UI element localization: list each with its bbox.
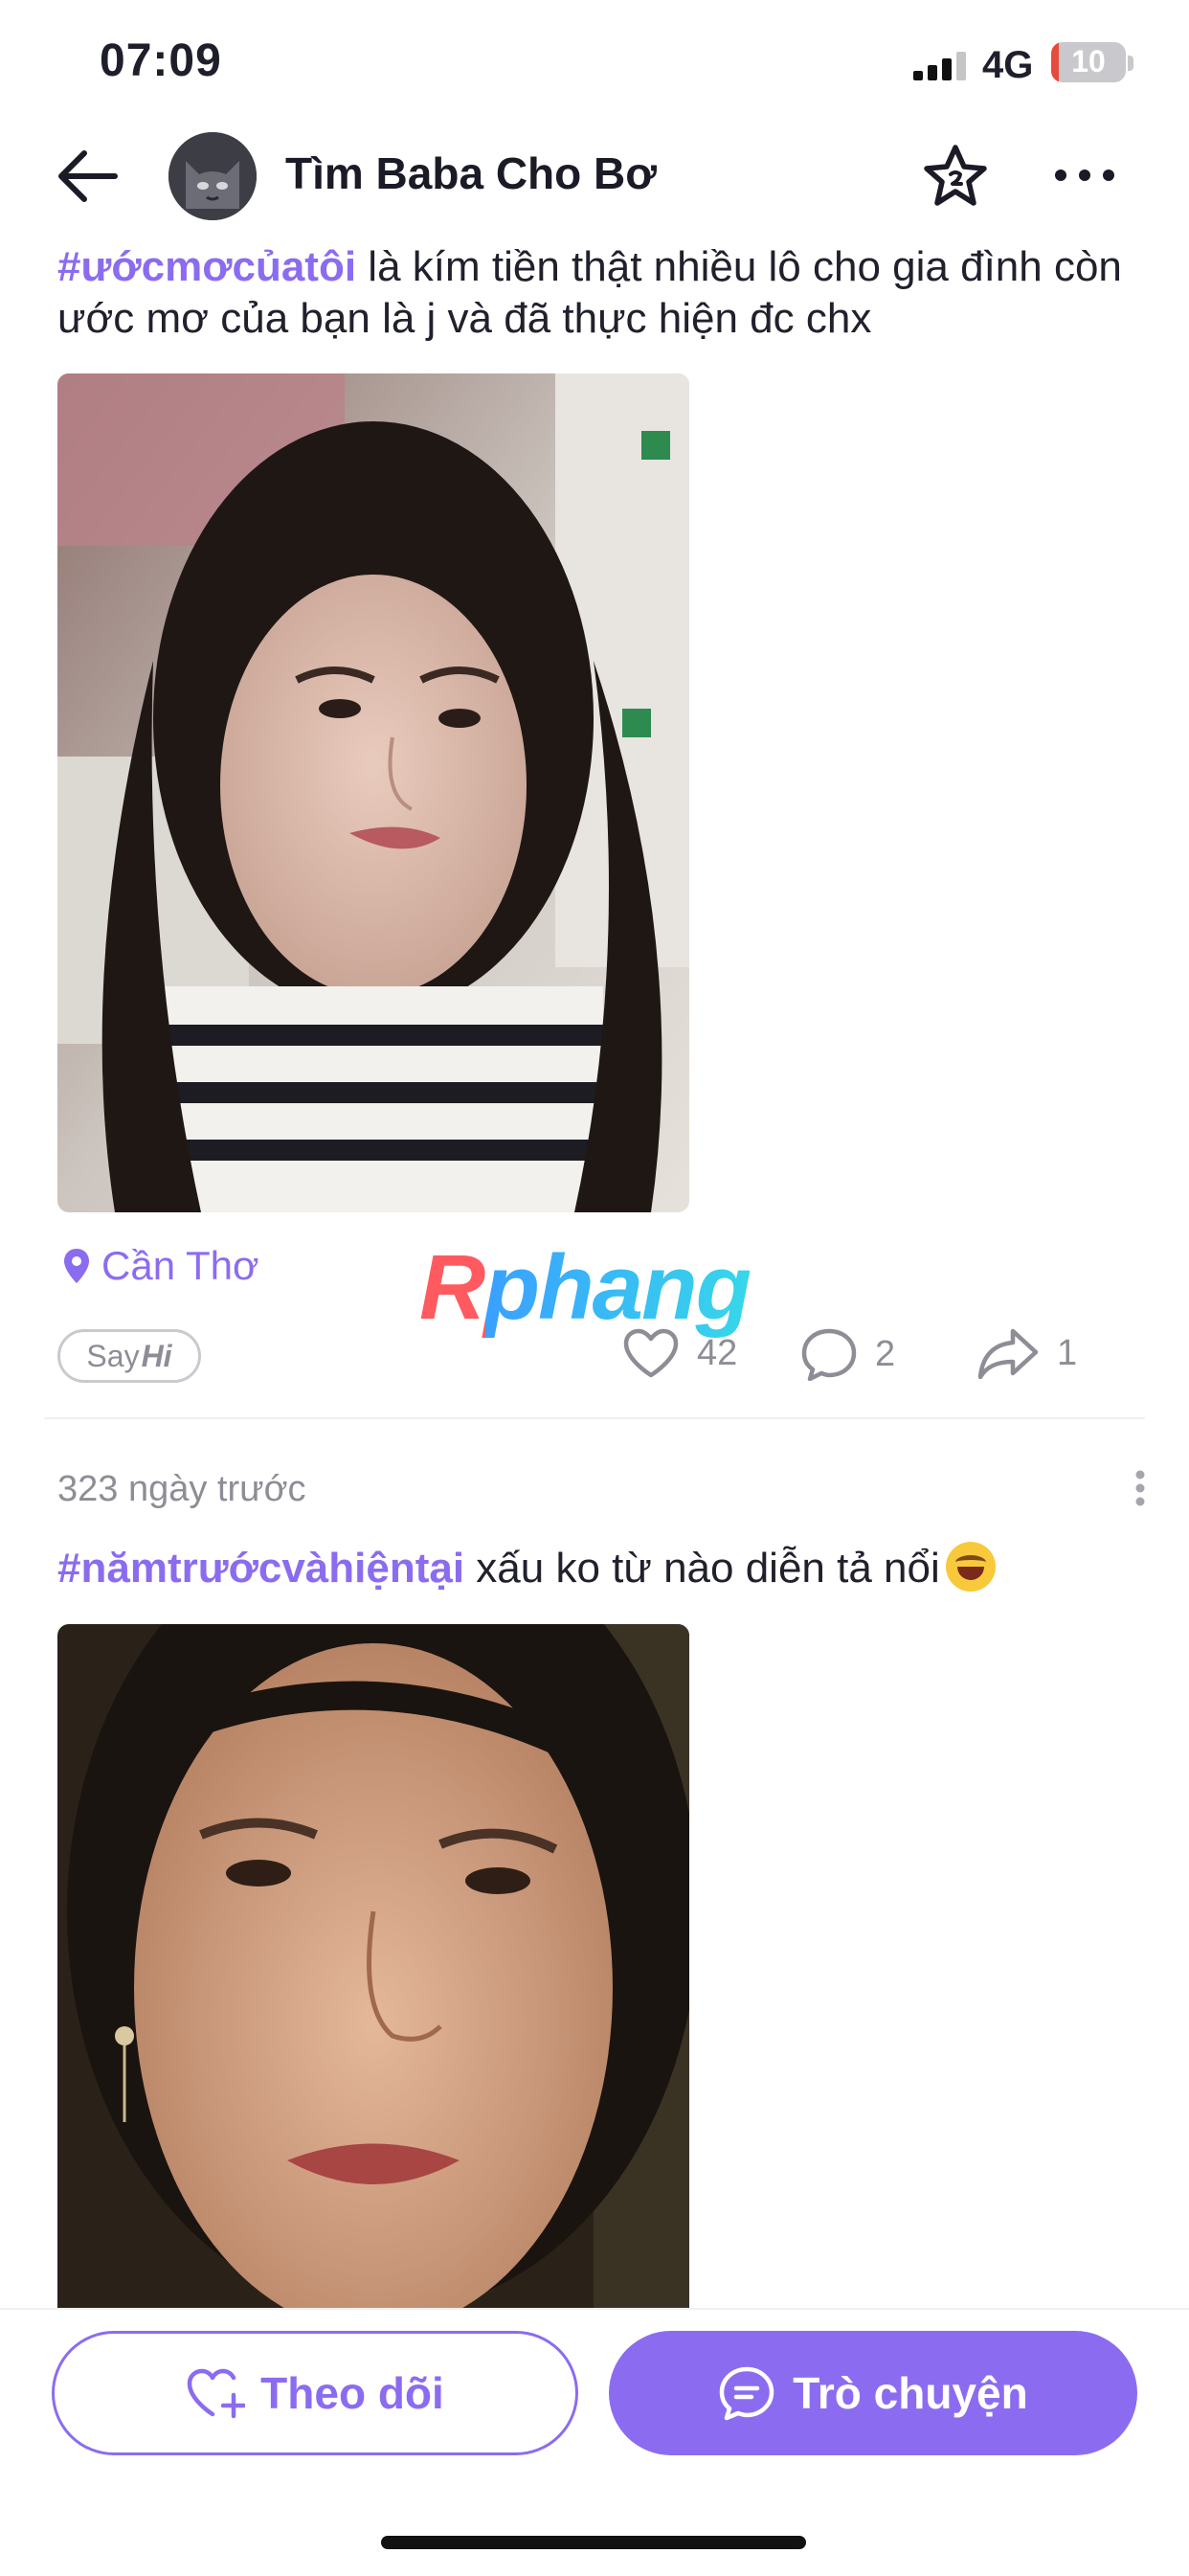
back-arrow-icon[interactable] — [56, 144, 121, 209]
location-label: Cần Thơ — [101, 1243, 259, 1288]
selfie-photo — [57, 373, 689, 1212]
follow-label: Theo dõi — [260, 2368, 444, 2418]
share-button[interactable]: 1 — [976, 1327, 1077, 1379]
share-count: 1 — [1057, 1332, 1078, 1373]
share-icon — [977, 1328, 1039, 1379]
post-options-icon[interactable] — [1133, 1469, 1147, 1507]
comment-button[interactable]: 2 — [800, 1327, 895, 1381]
sayhi-button[interactable]: Say Hi — [57, 1329, 201, 1383]
post-caption: #ướcmơcủatôi là kím tiền thật nhiều lô c… — [57, 241, 1130, 345]
battery-percent: 10 — [1071, 44, 1106, 79]
like-count: 42 — [697, 1332, 738, 1373]
follow-button[interactable]: Theo dõi — [52, 2331, 578, 2455]
battery-cap — [1128, 56, 1133, 71]
closeup-photo — [57, 1624, 689, 2314]
battery-icon: 10 — [1051, 42, 1126, 82]
chat-bubble-icon — [720, 2366, 774, 2421]
network-type: 4G — [982, 44, 1034, 86]
rolling-laughing-emoji-icon — [945, 1542, 996, 1592]
post-time: 323 ngày trước — [57, 1469, 306, 1509]
comment-icon — [801, 1328, 857, 1381]
status-time: 07:09 — [100, 35, 222, 86]
post-caption: #nămtrướcvàhiệntại xấu ko từ nào diễn tả… — [57, 1542, 1130, 1594]
post-text: xấu ko từ nào diễn tả nổi — [464, 1545, 940, 1592]
location[interactable]: Cần Thơ — [61, 1243, 259, 1289]
hashtag-link[interactable]: #nămtrướcvàhiệntại — [57, 1545, 464, 1592]
sayhi-label: Say — [86, 1338, 140, 1373]
more-icon[interactable] — [1053, 161, 1116, 190]
post-photo[interactable] — [57, 1624, 689, 2314]
heart-plus-icon — [187, 2368, 246, 2419]
home-indicator[interactable] — [381, 2536, 806, 2549]
watermark-logo: Rphang — [419, 1236, 752, 1339]
comment-count: 2 — [875, 1333, 896, 1374]
page-title: Tìm Baba Cho Bơ — [285, 148, 657, 198]
like-button[interactable]: 42 — [622, 1327, 737, 1379]
cat-avatar-icon — [168, 132, 257, 220]
post-divider — [44, 1417, 1145, 1419]
chat-button[interactable]: Trò chuyện — [609, 2331, 1137, 2455]
hashtag-link[interactable]: #ướcmơcủatôi — [57, 243, 356, 290]
chat-label: Trò chuyện — [793, 2368, 1028, 2418]
avatar[interactable] — [168, 132, 257, 220]
star-icon[interactable] — [921, 142, 990, 211]
heart-icon — [623, 1328, 679, 1378]
post-photo[interactable] — [57, 373, 689, 1212]
sayhi-label-emphasis: Hi — [141, 1338, 172, 1373]
location-pin-icon — [64, 1249, 89, 1283]
signal-icon — [913, 52, 966, 80]
